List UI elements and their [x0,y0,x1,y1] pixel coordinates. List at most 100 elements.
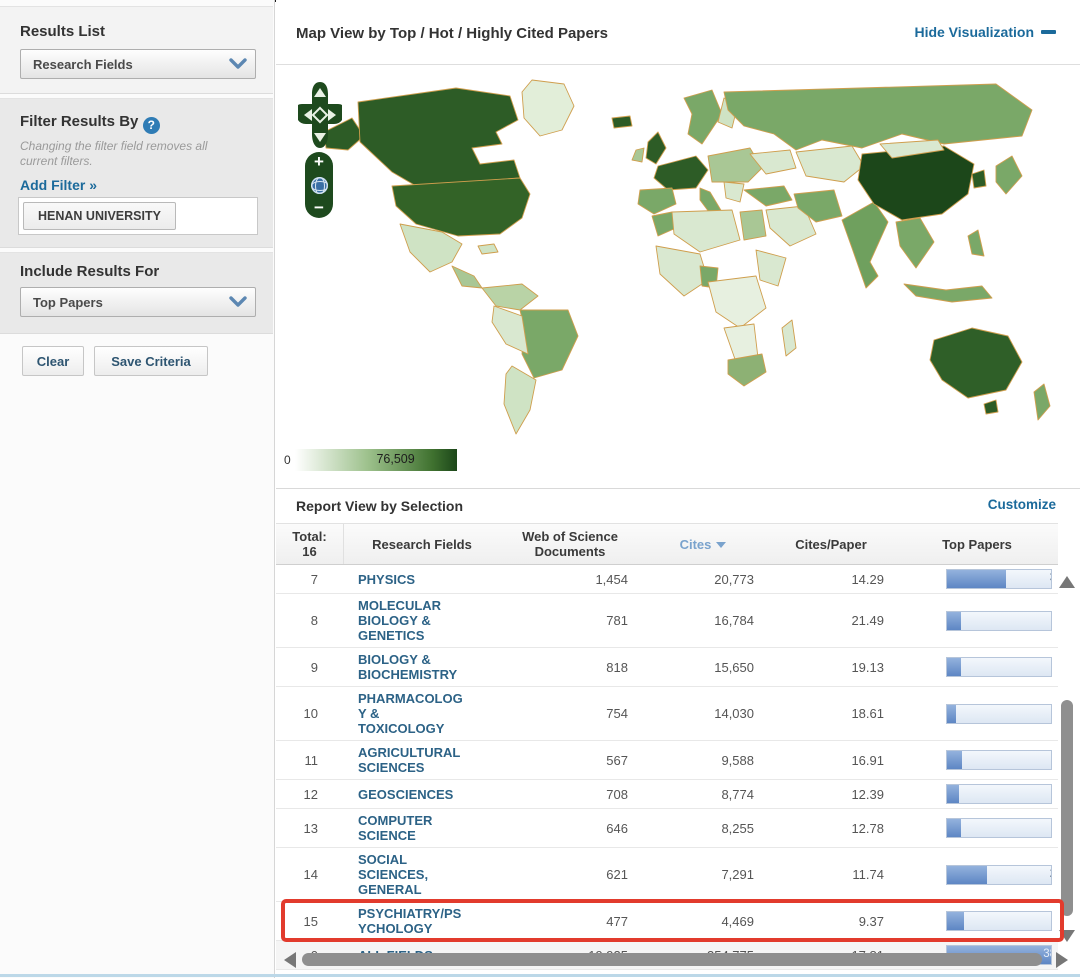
results-list-dropdown-value: Research Fields [33,56,133,72]
column-header-cites-per-paper[interactable]: Cites/Paper [766,524,896,564]
top-papers-bar-fill [947,611,961,630]
top-papers-bar [946,703,1052,724]
row-field-link[interactable]: BIOLOGY & BIOCHEMISTRY [358,652,457,682]
customize-link[interactable]: Customize [988,497,1056,512]
row-docs: 818 [606,659,628,675]
region-south-america[interactable] [481,283,579,435]
scroll-up-arrow[interactable] [1059,576,1075,588]
row-field-link[interactable]: COMPUTER SCIENCE [358,813,432,843]
row-cites: 4,469 [721,913,754,929]
globe-reset-icon[interactable] [310,176,328,194]
table-row: 15 PSYCHIATRY/PS YCHOLOGY 477 4,469 9.37 [276,899,1064,942]
help-icon[interactable]: ? [142,116,160,134]
row-cites-per-paper: 12.78 [851,820,884,836]
map-pan-control[interactable] [298,82,342,148]
world-map[interactable] [296,70,1062,442]
clear-button[interactable]: Clear [22,346,84,376]
map-legend: 0 76,509 [284,449,457,471]
results-list-section: Results List Research Fields [0,6,273,94]
report-table-body: 7 PHYSICS 1,454 20,773 14.29 3 8 MOLECUL… [276,565,1064,970]
table-row: 8 MOLECULAR BIOLOGY & GENETICS 781 16,78… [276,594,1058,648]
results-list-dropdown[interactable]: Research Fields [20,49,256,79]
row-cites: 8,774 [721,786,754,802]
row-cites: 15,650 [714,659,754,675]
report-view-title: Report View by Selection [296,498,464,514]
cites-sorted-label[interactable]: Cites [680,537,712,552]
row-docs: 1,454 [595,571,628,587]
include-results-dropdown[interactable]: Top Papers [20,287,256,317]
top-papers-bar [946,911,1052,931]
row-field-link[interactable]: AGRICULTURAL SCIENCES [358,745,460,775]
zoom-in-button[interactable]: + [314,153,324,170]
row-rank: 9 [310,659,318,675]
row-cites: 20,773 [714,571,754,587]
top-papers-bar-fill [947,570,1007,588]
hide-visualization-link[interactable]: Hide Visualization [914,24,1056,40]
column-header-top-papers[interactable]: Top Papers [896,524,1058,564]
row-field-link[interactable]: MOLECULAR BIOLOGY & GENETICS [358,598,441,643]
top-papers-bar-fill [947,658,961,676]
row-rank: 13 [303,820,318,836]
row-rank: 12 [303,786,318,802]
top-papers-bar [946,818,1052,838]
top-papers-bar [946,657,1052,677]
row-docs: 567 [606,752,628,768]
scroll-right-arrow[interactable] [1056,952,1068,968]
report-view-header: Report View by Selection Customize [276,488,1080,523]
top-papers-bar-fill [947,819,961,837]
active-filter-box: HENAN UNIVERSITY [18,197,258,235]
scroll-left-arrow[interactable] [284,952,296,968]
hide-visualization-label[interactable]: Hide Visualization [914,24,1034,40]
add-filter-link[interactable]: Add Filter » [20,177,97,193]
row-field-link[interactable]: PHARMACOLOG Y & TOXICOLOGY [358,691,463,736]
map-zoom-control[interactable]: + − [305,152,333,218]
table-row: 9 BIOLOGY & BIOCHEMISTRY 818 15,650 19.1… [276,648,1058,687]
save-criteria-button[interactable]: Save Criteria [94,346,208,376]
horizontal-scrollbar[interactable] [280,950,1070,970]
column-header-wos-documents[interactable]: Web of Science Documents [500,524,640,564]
scroll-down-arrow[interactable] [1059,930,1075,942]
row-field-link[interactable]: SOCIAL SCIENCES, GENERAL [358,852,428,897]
row-cites-per-paper: 19.13 [851,659,884,675]
row-cites: 16,784 [714,613,754,628]
row-cites-per-paper: 14.29 [851,571,884,587]
vertical-scrollbar-thumb[interactable] [1061,700,1073,916]
top-papers-bar: 2 [946,864,1052,885]
region-oceania[interactable] [929,327,1051,421]
row-docs: 754 [606,706,628,721]
row-cites-per-paper: 9.37 [858,913,884,929]
sidebar: Results List Research Fields Filter Resu… [0,0,275,978]
row-docs: 646 [606,820,628,836]
row-field-link[interactable]: PHYSICS [358,572,415,587]
row-field-link[interactable]: GEOSCIENCES [358,787,453,802]
top-papers-bar: 3 [946,569,1052,589]
top-papers-bar-label: 3 [1050,572,1051,584]
table-row: 14 SOCIAL SCIENCES, GENERAL 621 7,291 11… [276,848,1058,902]
include-results-title: Include Results For [20,263,160,280]
map-view-title: Map View by Top / Hot / Highly Cited Pap… [296,25,608,42]
row-cites-per-paper: 11.74 [852,867,884,882]
filter-note: Changing the filter field removes all cu… [20,139,208,168]
row-docs: 708 [606,786,628,802]
column-header-total: Total: 16 [276,524,344,564]
row-docs: 477 [606,913,628,929]
legend-min-value: 0 [284,453,291,467]
chevron-down-icon [229,296,247,307]
filter-section: Filter Results By ? Changing the filter … [0,98,273,248]
top-papers-bar [946,784,1052,804]
top-papers-bar-fill [947,751,962,769]
row-cites: 8,255 [721,820,754,836]
region-north-america[interactable] [323,79,575,289]
region-africa[interactable] [651,209,797,387]
zoom-out-button[interactable]: − [314,199,324,216]
row-rank: 7 [310,571,318,587]
active-filter-chip[interactable]: HENAN UNIVERSITY [23,202,176,230]
row-rank: 8 [310,613,318,628]
filter-title: Filter Results By [20,113,139,130]
column-header-research-fields[interactable]: Research Fields [344,524,500,564]
top-papers-bar-fill [947,785,960,803]
column-header-cites[interactable]: Cites [640,524,766,564]
row-field-link[interactable]: PSYCHIATRY/PS YCHOLOGY [358,906,461,936]
horizontal-scrollbar-thumb[interactable] [302,953,1042,966]
vertical-scrollbar[interactable] [1058,568,1076,952]
